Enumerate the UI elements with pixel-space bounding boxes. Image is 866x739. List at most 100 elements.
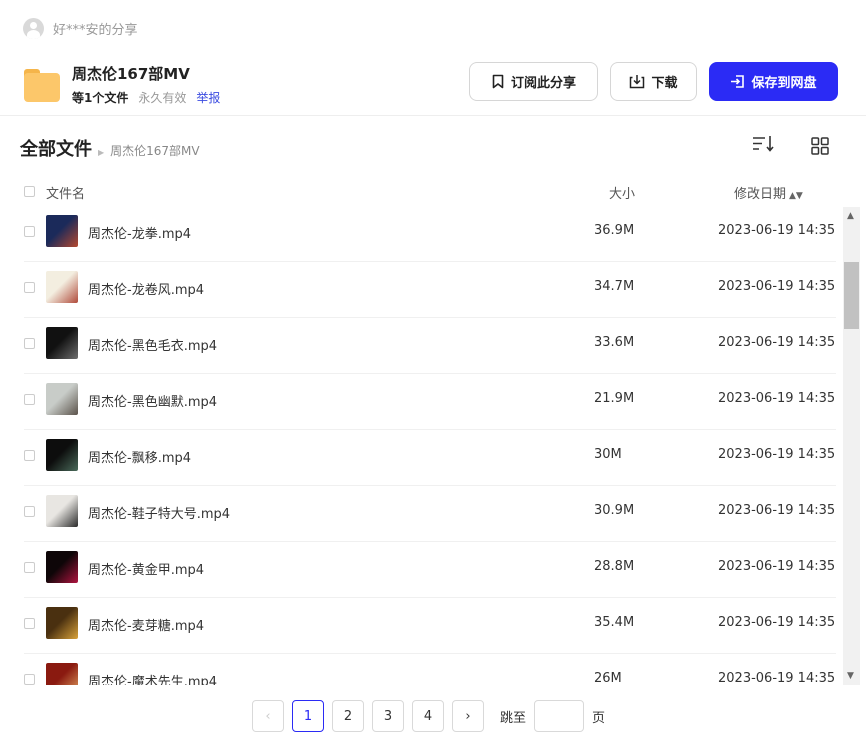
breadcrumb: 全部文件 ▶ 周杰伦167部MV (20, 135, 200, 161)
row-checkbox[interactable] (24, 506, 35, 517)
table-row[interactable]: 周杰伦-龙卷风.mp4 34.7M 2023-06-19 14:35 (24, 262, 836, 318)
folder-icon (24, 68, 60, 102)
file-name[interactable]: 周杰伦-鞋子特大号.mp4 (88, 503, 230, 522)
save-to-disk-button[interactable]: 保存到网盘 (709, 62, 838, 101)
file-name[interactable]: 周杰伦-麦芽糖.mp4 (88, 615, 204, 634)
validity-text: 永久有效 (138, 91, 187, 105)
select-all-checkbox[interactable] (24, 186, 35, 197)
grid-view-icon[interactable] (811, 137, 829, 155)
file-name[interactable]: 周杰伦-龙拳.mp4 (88, 223, 191, 242)
save-icon (731, 75, 745, 88)
video-thumbnail (46, 439, 78, 471)
file-name[interactable]: 周杰伦-黑色毛衣.mp4 (88, 335, 217, 354)
page-button[interactable]: 2 (332, 700, 364, 732)
row-checkbox[interactable] (24, 562, 35, 573)
column-size: 大小 (609, 187, 636, 202)
page-number: 3 (383, 708, 393, 724)
file-size: 30M (594, 447, 622, 462)
page-number: 1 (303, 708, 313, 724)
file-name[interactable]: 周杰伦-黑色幽默.mp4 (88, 391, 217, 410)
column-date-label: 修改日期 (734, 187, 787, 202)
row-checkbox[interactable] (24, 674, 35, 685)
row-checkbox[interactable] (24, 394, 35, 405)
file-size: 21.9M (594, 391, 635, 406)
jump-label: 跳至 (500, 710, 527, 726)
next-page-button[interactable]: › (452, 700, 484, 732)
prev-page-button[interactable]: ‹ (252, 700, 284, 732)
page-button[interactable]: 3 (372, 700, 404, 732)
video-thumbnail (46, 663, 78, 685)
table-row[interactable]: 周杰伦-麦芽糖.mp4 35.4M 2023-06-19 14:35 (24, 598, 836, 654)
scrollbar[interactable]: ▲ ▼ (843, 207, 860, 685)
file-date: 2023-06-19 14:35 (718, 279, 836, 294)
page-button[interactable]: 1 (292, 700, 324, 732)
column-name: 文件名 (46, 187, 86, 202)
file-date: 2023-06-19 14:35 (718, 335, 836, 350)
video-thumbnail (46, 215, 78, 247)
file-size: 35.4M (594, 615, 635, 630)
jump-page-input[interactable] (534, 700, 585, 732)
save-label: 保存到网盘 (751, 76, 817, 91)
subscribe-label: 订阅此分享 (510, 76, 576, 91)
sort-icon[interactable] (752, 135, 774, 153)
breadcrumb-current: 周杰伦167部MV (110, 144, 200, 158)
table-row[interactable]: 周杰伦-飘移.mp4 30M 2023-06-19 14:35 (24, 430, 836, 486)
share-title: 周杰伦167部MV (72, 65, 190, 83)
header-divider (0, 115, 866, 116)
row-checkbox[interactable] (24, 282, 35, 293)
subscribe-button[interactable]: 订阅此分享 (469, 62, 598, 101)
breadcrumb-separator-icon: ▶ (98, 148, 105, 157)
file-name[interactable]: 周杰伦-飘移.mp4 (88, 447, 191, 466)
file-count: 等1个文件 (72, 91, 129, 105)
file-date: 2023-06-19 14:35 (718, 391, 836, 406)
page-unit-label: 页 (592, 710, 606, 726)
breadcrumb-root[interactable]: 全部文件 (20, 135, 92, 161)
video-thumbnail (46, 383, 78, 415)
row-checkbox[interactable] (24, 338, 35, 349)
table-row[interactable]: 周杰伦-龙拳.mp4 36.9M 2023-06-19 14:35 (24, 206, 836, 262)
bookmark-icon (492, 74, 504, 89)
pagination: ‹ 1 2 3 4 › 跳至 页 (252, 700, 605, 732)
table-header: 文件名 大小 修改日期 ▲▼ (24, 182, 836, 202)
file-name[interactable]: 周杰伦-龙卷风.mp4 (88, 279, 204, 298)
table-row[interactable]: 周杰伦-鞋子特大号.mp4 30.9M 2023-06-19 14:35 (24, 486, 836, 542)
row-checkbox[interactable] (24, 450, 35, 461)
share-info: 周杰伦167部MV 等1个文件 永久有效 举报 (24, 63, 220, 106)
sharer-info: 好***安的分享 (23, 18, 138, 39)
file-date: 2023-06-19 14:35 (718, 447, 836, 462)
file-name[interactable]: 周杰伦-黄金甲.mp4 (88, 559, 204, 578)
video-thumbnail (46, 607, 78, 639)
file-size: 26M (594, 671, 622, 685)
file-size: 28.8M (594, 559, 635, 574)
page-number: 2 (343, 708, 353, 724)
sort-caret-icon: ▲▼ (789, 191, 803, 201)
video-thumbnail (46, 327, 78, 359)
file-date: 2023-06-19 14:35 (718, 503, 836, 518)
chevron-right-icon: › (465, 708, 471, 724)
scroll-up-icon[interactable]: ▲ (847, 211, 854, 221)
table-row[interactable]: 周杰伦-魔术先生.mp4 26M 2023-06-19 14:35 (24, 654, 836, 685)
report-link[interactable]: 举报 (196, 89, 220, 106)
file-name[interactable]: 周杰伦-魔术先生.mp4 (88, 671, 217, 685)
download-icon (630, 75, 645, 89)
table-row[interactable]: 周杰伦-黑色幽默.mp4 21.9M 2023-06-19 14:35 (24, 374, 836, 430)
video-thumbnail (46, 271, 78, 303)
file-size: 33.6M (594, 335, 635, 350)
scrollbar-thumb[interactable] (844, 262, 859, 329)
column-date[interactable]: 修改日期 ▲▼ (734, 183, 803, 202)
file-size: 30.9M (594, 503, 635, 518)
page-number: 4 (423, 708, 433, 724)
file-date: 2023-06-19 14:35 (718, 559, 836, 574)
scroll-down-icon[interactable]: ▼ (847, 671, 854, 681)
download-label: 下载 (651, 76, 678, 91)
table-row[interactable]: 周杰伦-黄金甲.mp4 28.8M 2023-06-19 14:35 (24, 542, 836, 598)
row-checkbox[interactable] (24, 618, 35, 629)
file-date: 2023-06-19 14:35 (718, 671, 836, 685)
page-button[interactable]: 4 (412, 700, 444, 732)
table-row[interactable]: 周杰伦-黑色毛衣.mp4 33.6M 2023-06-19 14:35 (24, 318, 836, 374)
file-size: 34.7M (594, 279, 635, 294)
download-button[interactable]: 下载 (610, 62, 697, 101)
row-checkbox[interactable] (24, 226, 35, 237)
video-thumbnail (46, 495, 78, 527)
sharer-name: 好***安的分享 (53, 23, 138, 38)
